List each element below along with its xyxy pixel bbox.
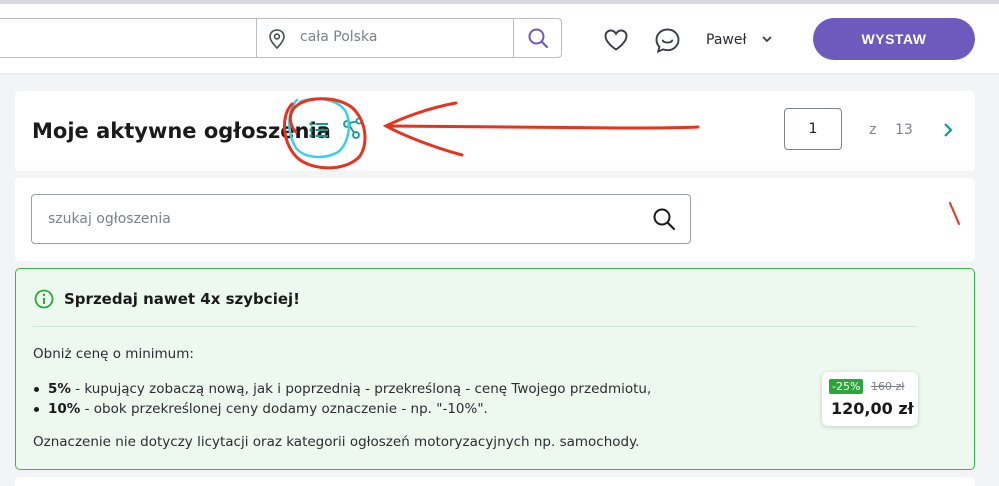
bullet-bold: 5% — [48, 381, 71, 397]
main-search-bar[interactable]: cała Polska — [0, 18, 562, 58]
promo-divider — [33, 326, 917, 327]
ad-search-input[interactable]: szukaj ogłoszenia — [31, 194, 691, 244]
ad-search-placeholder: szukaj ogłoszenia — [48, 211, 171, 227]
chevron-right-icon[interactable] — [940, 121, 956, 139]
promo-bullet-list: 5% - kupujący zobaczą nową, jak i poprze… — [33, 379, 651, 419]
page-number-input[interactable]: 1 — [784, 108, 842, 150]
listing-header-card: Moje aktywne ogłoszenia 1 z 13 — [15, 91, 975, 171]
user-menu-name[interactable]: Paweł — [706, 32, 746, 48]
bullet-bold: 10% — [48, 401, 81, 417]
search-icon — [528, 28, 548, 49]
info-icon — [34, 289, 54, 309]
promo-note: Oznaczenie nie dotyczy licytacji oraz ka… — [33, 434, 640, 450]
heart-icon[interactable] — [603, 28, 629, 52]
bullet-text: - obok przekreślonej ceny dodamy oznacze… — [80, 401, 488, 417]
new-price: 120,00 zł — [831, 399, 914, 418]
ad-search-card: szukaj ogłoszenia — [15, 178, 975, 261]
bullet-text: - kupujący zobaczą nową, jak i poprzedni… — [70, 381, 652, 397]
header: cała Polska Paweł WYSTAW — [0, 4, 999, 74]
promo-card: Sprzedaj nawet 4x szybciej! Obniż cenę o… — [15, 268, 975, 470]
page-title: Moje aktywne ogłoszenia — [32, 119, 331, 143]
next-card — [15, 477, 975, 486]
page-total: 13 — [895, 122, 913, 138]
list-item: 10% - obok przekreślonej ceny dodamy ozn… — [33, 399, 651, 419]
promo-title: Sprzedaj nawet 4x szybciej! — [64, 290, 300, 308]
share-icon[interactable] — [342, 117, 364, 141]
chat-icon[interactable] — [654, 27, 681, 54]
search-button[interactable] — [513, 19, 561, 57]
list-item: 5% - kupujący zobaczą nową, jak i poprze… — [33, 379, 651, 399]
search-divider — [256, 19, 257, 57]
location-pin-icon — [269, 29, 285, 50]
location-input[interactable]: cała Polska — [300, 29, 377, 45]
price-example-card: -25% 160 zł 120,00 zł — [822, 372, 918, 426]
search-icon[interactable] — [652, 207, 676, 231]
promo-intro: Obniż cenę o minimum: — [33, 346, 194, 362]
post-ad-button[interactable]: WYSTAW — [813, 18, 975, 60]
chevron-down-icon[interactable] — [760, 32, 774, 46]
list-view-icon[interactable] — [307, 118, 331, 142]
discount-badge: -25% — [829, 379, 864, 394]
old-price: 160 zł — [871, 380, 905, 393]
page-of-label: z — [869, 122, 877, 138]
